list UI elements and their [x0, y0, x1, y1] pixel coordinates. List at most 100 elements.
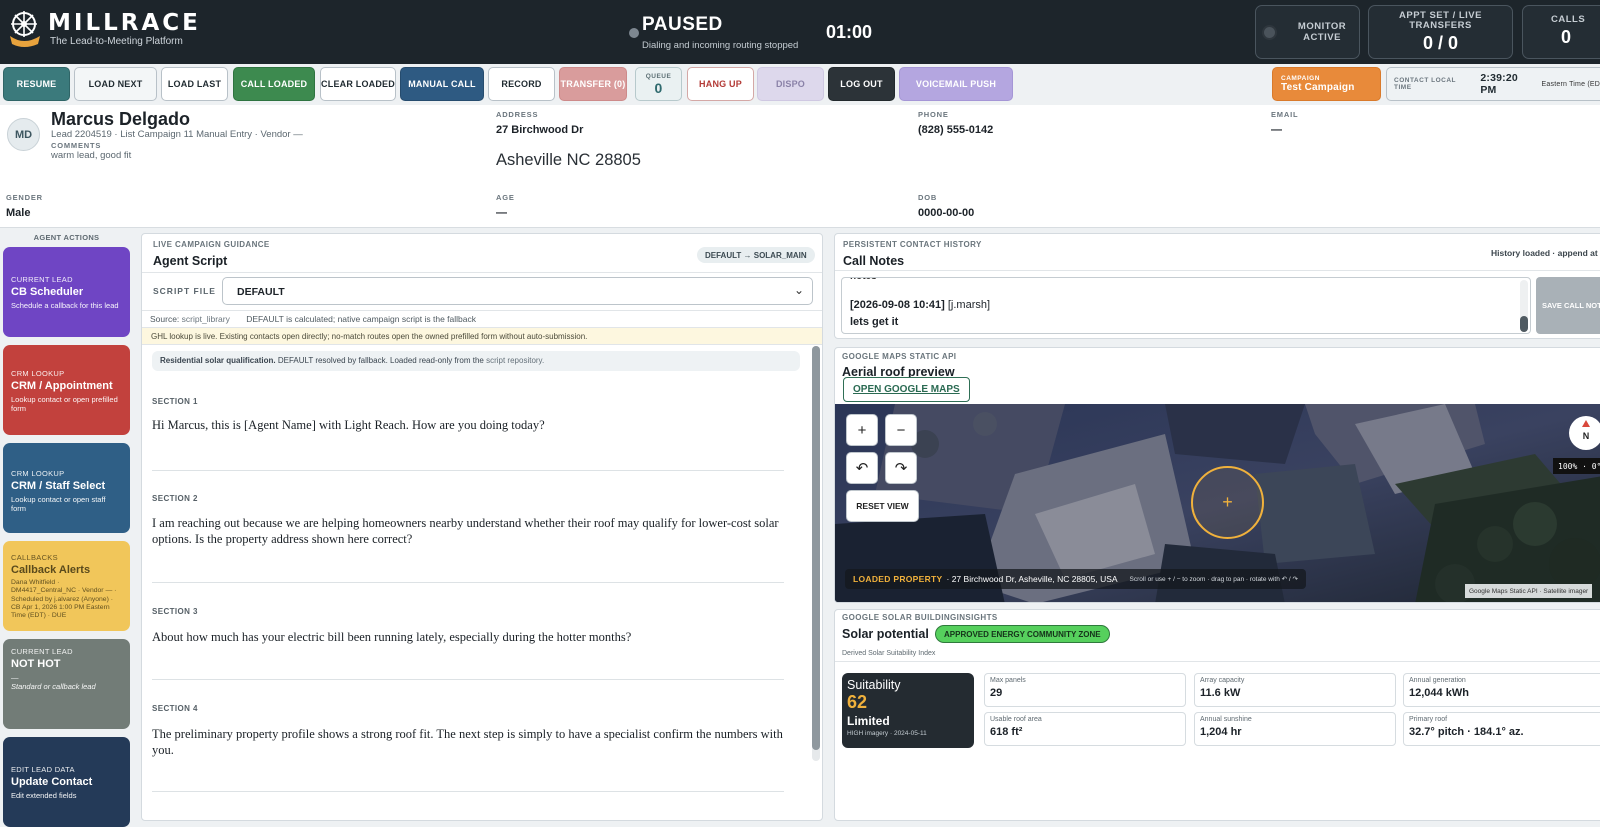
local-time-zone: Eastern Time (ED: [1541, 80, 1600, 88]
rotate-left-button[interactable]: ↶: [846, 452, 878, 484]
metric-label: Primary roof: [1409, 716, 1448, 723]
script-scrollbar[interactable]: [812, 346, 820, 761]
script-file-select[interactable]: DEFAULT ⌄: [222, 277, 813, 305]
resume-button[interactable]: RESUME: [3, 67, 70, 101]
metric-annual-generation: Annual generation 12,044 kWh: [1403, 673, 1600, 707]
metric-value: 618 ft²: [990, 726, 1023, 738]
dialer-status: PAUSED Dialing and incoming routing stop…: [629, 14, 798, 51]
load-last-button[interactable]: LOAD LAST: [161, 67, 228, 101]
lead-info-panel: MD Marcus Delgado Lead 2204519 · List Ca…: [0, 105, 1600, 228]
campaign-badge[interactable]: CAMPAIGN Test Campaign: [1272, 67, 1381, 101]
action-toolbar: RESUME LOAD NEXT LOAD LAST CALL LOADED C…: [0, 64, 1600, 105]
manual-call-button[interactable]: MANUAL CALL: [400, 67, 484, 101]
notes-partial-line: notes: [850, 278, 877, 282]
suitability-label: Suitability: [847, 678, 901, 692]
rotate-right-button[interactable]: ↷: [885, 452, 917, 484]
metric-value: 32.7° pitch · 184.1° az.: [1409, 726, 1524, 738]
cb-scheduler-card[interactable]: CURRENT LEAD CB Scheduler Schedule a cal…: [3, 247, 130, 337]
record-button[interactable]: RECORD: [488, 67, 555, 101]
zoom-in-button[interactable]: +: [846, 414, 878, 446]
script-info-banner: Residential solar qualification. DEFAULT…: [152, 351, 800, 371]
suitability-card: Suitability 62 Limited HIGH imagery · 20…: [842, 673, 974, 748]
lead-name: Marcus Delgado: [51, 109, 191, 129]
lead-meta: Lead 2204519 · List Campaign 11 Manual E…: [51, 129, 303, 140]
save-call-note-button[interactable]: SAVE CALL NOTE: [1536, 277, 1600, 334]
script-scrollbar-thumb[interactable]: [812, 346, 820, 750]
address-label: ADDRESS: [496, 110, 539, 119]
action-desc: Lookup contact or open prefilled form: [11, 395, 118, 413]
monitor-dot-icon: [1264, 27, 1275, 38]
solar-potential-panel: GOOGLE SOLAR BUILDINGINSIGHTS Solar pote…: [834, 609, 1600, 821]
suitability-rating: Limited: [847, 714, 890, 728]
reset-view-button[interactable]: RESET VIEW: [846, 490, 919, 522]
solar-sub: Derived Solar Suitability Index: [842, 650, 936, 657]
script-route-badge: DEFAULT → SOLAR_MAIN: [697, 247, 815, 263]
update-contact-card[interactable]: EDIT LEAD DATA Update Contact Edit exten…: [3, 737, 130, 827]
map-panel: GOOGLE MAPS STATIC API Aerial roof previ…: [834, 347, 1600, 603]
compass-arrow-icon: [1582, 420, 1590, 427]
notes-status: History loaded · append at e: [1491, 248, 1600, 258]
voicemail-push-button[interactable]: VOICEMAIL PUSH: [899, 67, 1013, 101]
city-line: Asheville NC 28805: [496, 151, 641, 169]
notes-history-box[interactable]: notes [2026-09-08 10:41] [j.marsh] lets …: [841, 277, 1531, 334]
action-kicker: CURRENT LEAD: [11, 275, 73, 284]
appt-label: APPT SET / LIVE TRANSFERS: [1399, 10, 1482, 31]
solar-title: Solar potential: [842, 627, 929, 641]
appt-card: APPT SET / LIVE TRANSFERS 0 / 0: [1368, 5, 1513, 59]
compass-button[interactable]: N: [1569, 416, 1600, 450]
comments-label: COMMENTS: [51, 141, 102, 150]
script-source-line: Source: script_library DEFAULT is calcul…: [150, 314, 476, 324]
queue-indicator: QUEUE 0: [635, 67, 682, 101]
open-google-maps-button[interactable]: OPEN GOOGLE MAPS: [843, 377, 970, 402]
clear-loaded-button[interactable]: CLEAR LOADED: [320, 67, 396, 101]
notes-entry-header: [2026-09-08 10:41] [j.marsh]: [850, 299, 990, 311]
dob-label: DOB: [918, 193, 938, 202]
phone-value[interactable]: (828) 555-0142: [918, 124, 993, 136]
transfer-button[interactable]: TRANSFER (0): [559, 67, 627, 101]
action-title: CRM / Appointment: [11, 380, 113, 392]
not-hot-card[interactable]: CURRENT LEAD NOT HOT — Standard or callb…: [3, 639, 130, 729]
info-bold: Residential solar qualification.: [160, 356, 276, 365]
monitor-card[interactable]: MONITOR ACTIVE: [1255, 5, 1360, 59]
action-desc: Dana Whitfield · DM4417_Central_NC · Ven…: [11, 579, 117, 620]
zoom-out-button[interactable]: −: [885, 414, 917, 446]
action-kicker: CRM LOOKUP: [11, 369, 65, 378]
calls-value: 0: [1561, 27, 1572, 47]
appt-value: 0 / 0: [1422, 33, 1459, 53]
suitability-score: 62: [847, 692, 868, 712]
aerial-map-view[interactable]: + + − ↶ ↷ RESET VIEW N 100% · 0° LOADED …: [835, 404, 1600, 602]
notes-scrollbar-thumb[interactable]: [1520, 316, 1528, 332]
action-title: Callback Alerts: [11, 564, 91, 576]
metric-label: Annual generation: [1409, 677, 1466, 684]
gender-value: Male: [6, 207, 31, 219]
entry-user: [j.marsh]: [947, 299, 991, 311]
load-next-button[interactable]: LOAD NEXT: [74, 67, 157, 101]
action-title: CB Scheduler: [11, 286, 84, 298]
compass-label: N: [1582, 431, 1590, 441]
hang-up-button[interactable]: HANG UP: [687, 67, 754, 101]
action-title: CRM / Staff Select: [11, 480, 106, 492]
age-label: AGE: [496, 193, 515, 202]
zoom-readout: 100% · 0°: [1553, 458, 1600, 474]
section-3-text: About how much has your electric bill be…: [152, 630, 632, 644]
script-file-label: SCRIPT FILE: [153, 286, 216, 296]
dob-value: 0000-00-00: [918, 207, 975, 219]
chevron-down-icon: ⌄: [793, 283, 804, 297]
dispo-button[interactable]: DISPO: [757, 67, 824, 101]
comments-value: warm lead, good fit: [51, 150, 132, 161]
info-link[interactable]: script repository.: [486, 356, 544, 365]
log-out-button[interactable]: LOG OUT: [828, 67, 895, 101]
notes-scrollbar[interactable]: [1520, 280, 1528, 332]
email-value: —: [1271, 124, 1282, 136]
age-value: —: [496, 207, 507, 219]
waterwheel-icon: [8, 10, 42, 48]
energy-community-badge: APPROVED ENERGY COMMUNITY ZONE: [935, 625, 1110, 643]
suitability-meta: HIGH imagery · 2024-05-11: [847, 730, 927, 737]
crm-staff-select-card[interactable]: CRM LOOKUP CRM / Staff Select Lookup con…: [3, 443, 130, 533]
map-hint: Scroll or use + / − to zoom · drag to pa…: [1129, 576, 1298, 583]
metric-label: Array capacity: [1200, 677, 1245, 684]
callback-alerts-card[interactable]: CALLBACKS Callback Alerts Dana Whitfield…: [3, 541, 130, 631]
call-loaded-button[interactable]: CALL LOADED: [233, 67, 315, 101]
crm-appointment-card[interactable]: CRM LOOKUP CRM / Appointment Lookup cont…: [3, 345, 130, 435]
action-desc-secondary: Standard or callback lead: [11, 682, 96, 691]
